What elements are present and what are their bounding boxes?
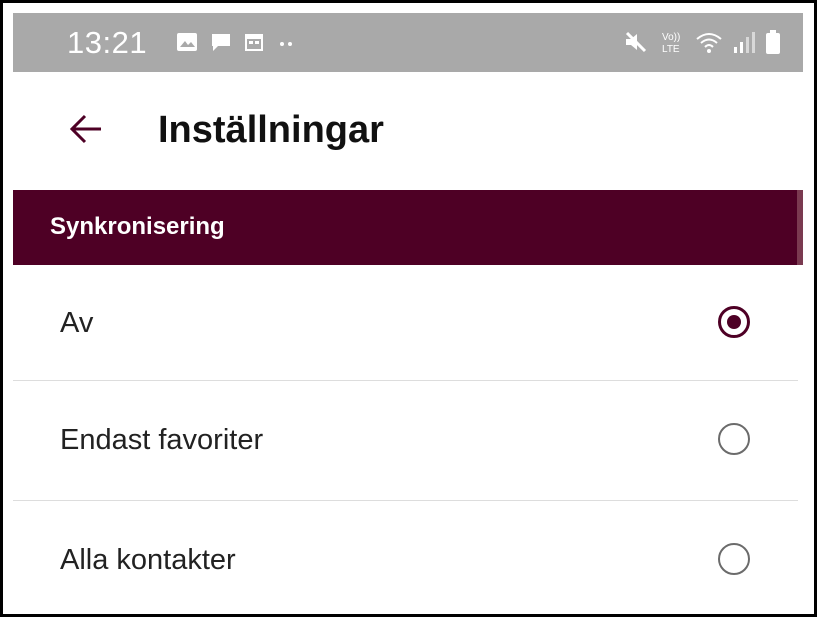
option-label: Av [60,307,94,339]
status-bar: 13:21 Vo)) LTE [13,13,803,72]
radio-unselected-icon[interactable] [718,423,750,455]
arrow-left-icon[interactable] [69,112,103,146]
volte-icon: Vo)) LTE [659,29,685,60]
option-label: Endast favoriter [60,424,264,456]
section-header: Synkronisering [13,190,803,265]
section-label: Synkronisering [50,213,225,240]
svg-text:LTE: LTE [662,44,680,55]
option-endast-favoriter[interactable]: Endast favoriter [13,382,803,500]
option-label: Alla kontakter [60,544,236,576]
radio-unselected-icon[interactable] [718,543,750,575]
section-edge [797,190,803,265]
calendar-icon [244,32,264,57]
svg-text:Vo)): Vo)) [662,32,680,43]
system-icons: Vo)) LTE [623,29,781,60]
radio-selected-icon[interactable] [718,306,750,338]
page-title: Inställningar [158,109,384,151]
wifi-icon [695,30,723,59]
app-bar: Inställningar [13,72,803,190]
status-time: 13:21 [67,25,148,60]
divider [13,500,798,501]
more-dots-icon [276,32,296,57]
gallery-icon [176,32,198,57]
screenshot-frame: 13:21 Vo)) LTE Inställningar Synkroniser… [0,0,817,617]
message-icon [210,32,232,57]
battery-icon [765,29,781,60]
mute-icon [623,30,649,59]
divider [13,380,798,381]
radio-dot [727,315,741,329]
signal-icon [733,30,755,59]
option-alla-kontakter[interactable]: Alla kontakter [13,502,803,614]
option-av[interactable]: Av [13,265,803,383]
notification-icons [176,32,296,57]
